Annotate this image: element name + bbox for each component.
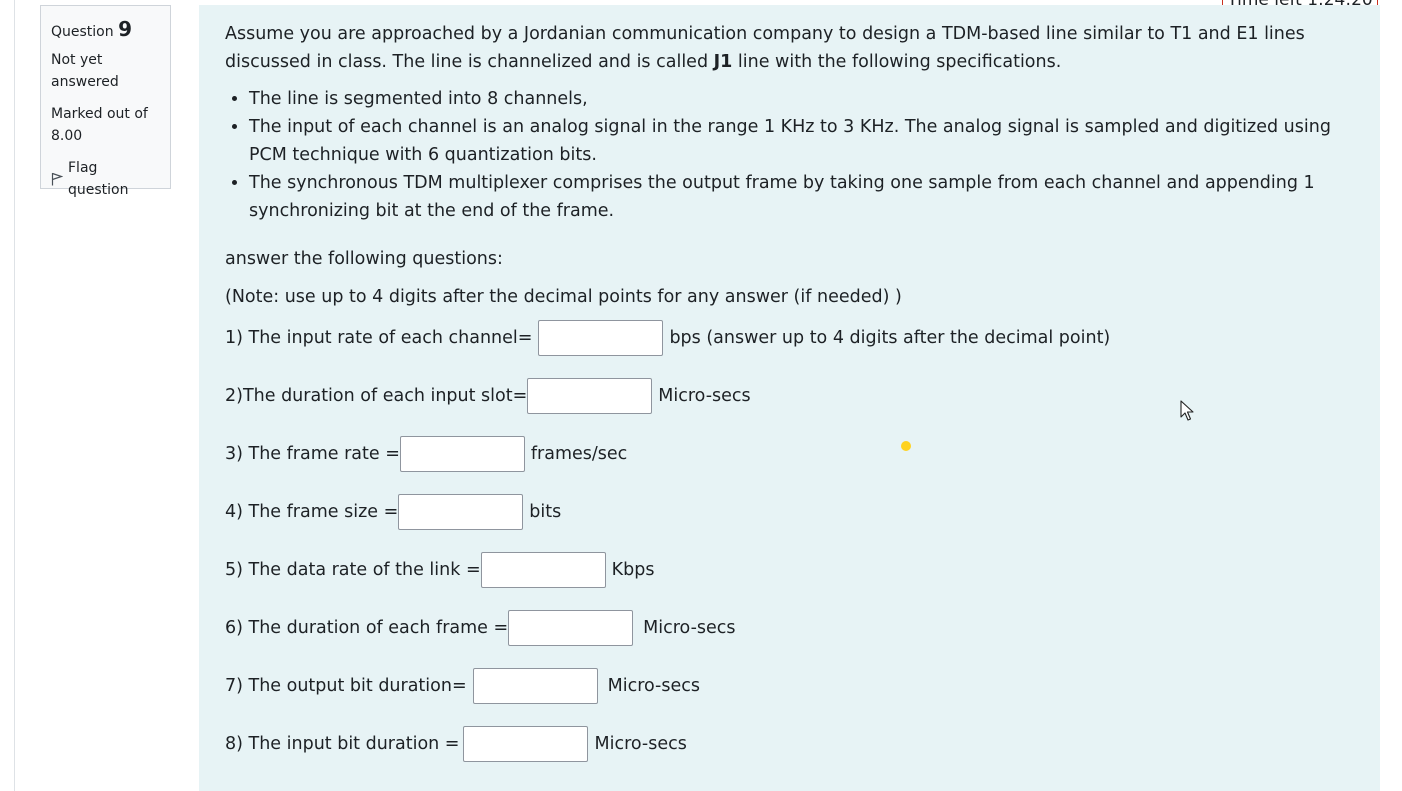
answer-input-8[interactable] xyxy=(463,726,589,762)
answer-input-5[interactable] xyxy=(480,552,606,588)
instruction-text: answer the following questions: xyxy=(225,249,503,269)
line-name: J1 xyxy=(713,52,733,72)
answer-unit: bps (answer up to 4 digits after the dec… xyxy=(669,328,1111,348)
answer-unit: Micro-secs xyxy=(594,734,687,754)
answer-row-8: 8) The input bit duration = Micro-secs xyxy=(225,726,687,762)
answer-input-4[interactable] xyxy=(398,494,524,530)
answer-label: 4) The frame size = xyxy=(225,502,399,522)
question-state: Not yet answered xyxy=(51,52,119,90)
answer-label: 5) The data rate of the link = xyxy=(225,560,481,580)
answer-row-6: 6) The duration of each frame = Micro-se… xyxy=(225,610,736,646)
question-content: Assume you are approached by a Jordanian… xyxy=(199,5,1380,791)
answer-unit: Micro-secs xyxy=(658,386,751,406)
flag-icon xyxy=(51,172,63,186)
answer-input-3[interactable] xyxy=(399,436,525,472)
mouse-pointer-icon xyxy=(1180,400,1194,426)
note-text: (Note: use up to 4 digits after the deci… xyxy=(225,287,902,307)
answer-unit: bits xyxy=(529,502,562,522)
answer-label: 1) The input rate of each channel= xyxy=(225,328,533,348)
answer-unit: Micro-secs xyxy=(643,618,736,638)
question-intro: Assume you are approached by a Jordanian… xyxy=(225,20,1355,76)
answer-row-5: 5) The data rate of the link = Kbps xyxy=(225,552,654,588)
answer-unit: frames/sec xyxy=(530,444,628,464)
answer-label: 2)The duration of each input slot= xyxy=(225,386,528,406)
spec-item: The line is segmented into 8 channels, xyxy=(249,85,1355,113)
question-text: Assume you are approached by a Jordanian… xyxy=(225,20,1355,225)
answer-row-7: 7) The output bit duration= Micro-secs xyxy=(225,668,700,704)
answer-input-2[interactable] xyxy=(527,378,653,414)
answer-row-4: 4) The frame size = bits xyxy=(225,494,561,530)
answer-input-6[interactable] xyxy=(508,610,634,646)
question-grade: Marked out of 8.00 xyxy=(51,106,148,144)
answer-label: 6) The duration of each frame = xyxy=(225,618,509,638)
answer-unit: Micro-secs xyxy=(607,676,700,696)
flag-question-label: Flag question xyxy=(68,160,129,198)
answer-input-1[interactable] xyxy=(538,320,664,356)
answer-input-7[interactable] xyxy=(472,668,598,704)
page-left-border xyxy=(14,0,15,791)
spec-item: The synchronous TDM multiplexer comprise… xyxy=(249,169,1355,225)
answer-unit: Kbps xyxy=(611,560,655,580)
answer-label: 3) The frame rate = xyxy=(225,444,400,464)
answer-row-1: 1) The input rate of each channel= bps (… xyxy=(225,320,1110,356)
specification-list: The line is segmented into 8 channels, T… xyxy=(225,85,1355,225)
answer-label: 8) The input bit duration = xyxy=(225,734,460,754)
question-label: Question xyxy=(51,24,114,40)
question-number: Question 9 xyxy=(51,16,160,45)
answer-row-2: 2)The duration of each input slot= Micro… xyxy=(225,378,751,414)
answer-row-3: 3) The frame rate = frames/sec xyxy=(225,436,627,472)
question-number-value: 9 xyxy=(118,17,132,41)
highlight-dot xyxy=(901,441,911,451)
intro-text-end: line with the following specifications. xyxy=(732,52,1062,72)
flag-question-link[interactable]: Flag question xyxy=(51,157,160,201)
spec-item: The input of each channel is an analog s… xyxy=(249,113,1355,169)
answer-label: 7) The output bit duration= xyxy=(225,676,467,696)
question-info-panel: Question 9 Not yet answered Marked out o… xyxy=(40,5,171,198)
